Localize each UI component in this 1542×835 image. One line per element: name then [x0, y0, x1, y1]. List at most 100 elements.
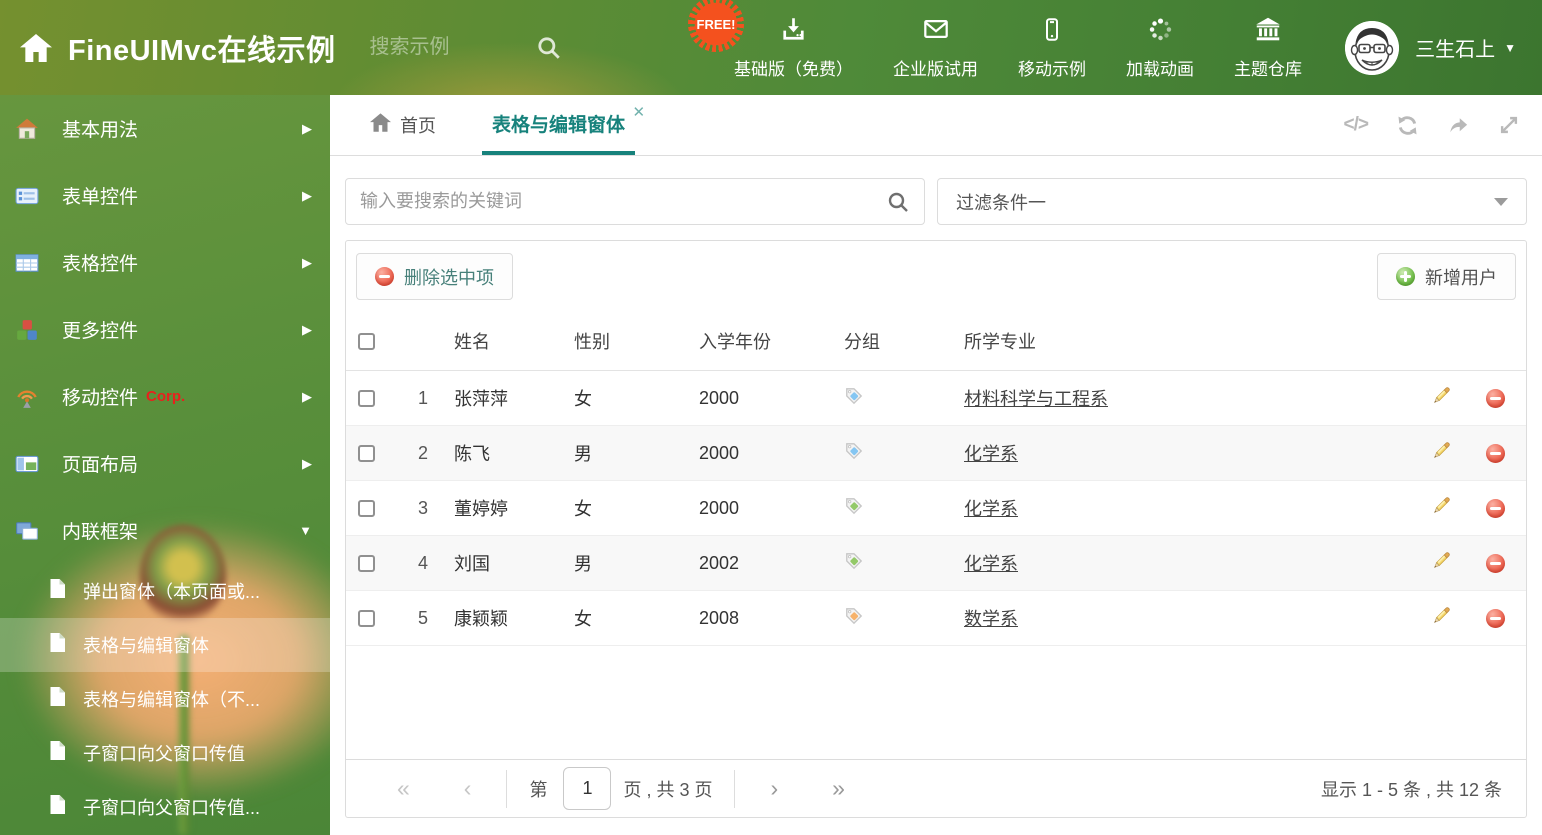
tag-icon	[844, 441, 864, 466]
delete-row-icon[interactable]	[1485, 388, 1505, 408]
sidebar-item-basic-usage[interactable]: 基本用法 ▶	[0, 95, 330, 162]
delete-row-icon[interactable]	[1485, 553, 1505, 573]
download-icon	[780, 16, 807, 48]
sidebar-item-inline-frames[interactable]: 内联框架 ▼	[0, 497, 330, 564]
cell-year: 2000	[699, 442, 740, 463]
sidebar-item-page-layout[interactable]: 页面布局 ▶	[0, 430, 330, 497]
cell-year: 2000	[699, 497, 740, 518]
filter-dropdown[interactable]: 过滤条件一	[937, 178, 1527, 225]
sidebar-item-label: 表格控件	[62, 254, 139, 275]
last-page-button[interactable]: »	[805, 775, 872, 802]
first-page-button[interactable]: «	[370, 775, 437, 802]
file-icon	[48, 686, 67, 712]
sidebar-subitem-label: 表格与编辑窗体（不...	[83, 690, 261, 710]
delete-row-icon[interactable]	[1485, 608, 1505, 628]
share-icon[interactable]	[1447, 114, 1470, 137]
page-number-input[interactable]	[563, 767, 612, 810]
row-checkbox[interactable]	[358, 499, 375, 517]
nav-item-label: 加载动画	[1126, 59, 1194, 79]
refresh-icon[interactable]	[1396, 114, 1419, 137]
search-icon[interactable]	[886, 190, 910, 214]
home-icon[interactable]	[20, 33, 52, 62]
corp-badge: Corp.	[146, 388, 186, 405]
prev-page-button[interactable]: ‹	[437, 775, 499, 802]
sidebar-subitem-grid-edit-window[interactable]: 表格与编辑窗体	[0, 618, 330, 672]
sidebar-item-label: 页面布局	[62, 455, 139, 476]
sidebar-subitem-label: 表格与编辑窗体	[83, 636, 209, 656]
file-icon	[48, 740, 67, 766]
major-link[interactable]: 数学系	[964, 609, 1018, 629]
col-gender: 性别	[574, 332, 610, 352]
keyword-search-box	[345, 178, 925, 225]
edit-pencil-icon[interactable]	[1431, 495, 1452, 521]
cell-name: 康颖颖	[454, 609, 508, 629]
select-all-checkbox[interactable]	[358, 332, 375, 350]
sidebar-subitem-label: 子窗口向父窗口传值	[83, 744, 245, 764]
arrow-right-icon: ▶	[302, 321, 312, 337]
edit-pencil-icon[interactable]	[1431, 440, 1452, 466]
sidebar-subitem-grid-edit-window-2[interactable]: 表格与编辑窗体（不...	[0, 672, 330, 726]
col-major: 所学专业	[964, 332, 1036, 352]
tab-home[interactable]: 首页	[360, 95, 446, 155]
house-icon	[14, 117, 40, 141]
row-checkbox[interactable]	[358, 554, 375, 572]
cell-name: 刘国	[454, 554, 490, 574]
content: 过滤条件一 删除选中项 新增用户	[330, 156, 1542, 818]
delete-row-icon[interactable]	[1485, 498, 1505, 518]
tag-icon	[844, 551, 864, 576]
divider	[506, 769, 508, 808]
nav-item-loading-animations[interactable]: 加载动画	[1126, 16, 1194, 80]
edit-pencil-icon[interactable]	[1431, 385, 1452, 411]
row-index: 3	[417, 497, 428, 518]
arrow-right-icon: ▶	[302, 455, 312, 471]
home-tab-icon	[370, 113, 391, 137]
major-link[interactable]: 化学系	[964, 554, 1018, 574]
close-icon[interactable]: ✕	[632, 103, 645, 121]
expand-icon[interactable]	[1498, 114, 1520, 136]
header-search-icon[interactable]	[536, 35, 562, 61]
nav-item-theme-store[interactable]: 主题仓库	[1234, 16, 1302, 80]
avatar[interactable]	[1345, 20, 1400, 75]
table-header: 姓名 性别 入学年份 分组 所学专业	[346, 312, 1526, 371]
source-code-icon[interactable]: </>	[1344, 114, 1370, 136]
sidebar-subitem-label: 子窗口向父窗口传值...	[83, 798, 261, 818]
sidebar-item-more-controls[interactable]: 更多控件 ▶	[0, 296, 330, 363]
arrow-right-icon: ▶	[302, 388, 312, 404]
nav-item-basic-edition[interactable]: 基础版（免费）	[734, 16, 853, 80]
pagination-bar: « ‹ 第 页 , 共 3 页 › » 显示 1 - 5 条 , 共 12 条	[346, 759, 1526, 817]
user-menu[interactable]: 三生石上 ▼	[1415, 33, 1516, 62]
major-link[interactable]: 材料科学与工程系	[964, 389, 1108, 409]
delete-row-icon[interactable]	[1485, 443, 1505, 463]
major-link[interactable]: 化学系	[964, 444, 1018, 464]
edit-pencil-icon[interactable]	[1431, 550, 1452, 576]
sidebar-item-form-controls[interactable]: 表单控件 ▶	[0, 162, 330, 229]
row-checkbox[interactable]	[358, 609, 375, 627]
header-search-input[interactable]	[369, 36, 520, 59]
nav-item-mobile-demo[interactable]: 移动示例	[1018, 16, 1086, 80]
row-checkbox[interactable]	[358, 389, 375, 407]
nav-item-label: 企业版试用	[893, 59, 978, 79]
tab-grid-edit-window[interactable]: 表格与编辑窗体 ✕	[482, 95, 645, 155]
nav-item-enterprise-trial[interactable]: 企业版试用	[893, 16, 978, 80]
sidebar-subitem-child-to-parent[interactable]: 子窗口向父窗口传值	[0, 726, 330, 780]
delete-selected-button[interactable]: 删除选中项	[356, 253, 513, 300]
table-row: 2 陈飞 男 2000 化学系	[346, 426, 1526, 481]
keyword-search-input[interactable]	[360, 191, 886, 212]
row-checkbox[interactable]	[358, 444, 375, 462]
sidebar-subitem-child-to-parent-2[interactable]: 子窗口向父窗口传值...	[0, 780, 330, 834]
sidebar-item-grid-controls[interactable]: 表格控件 ▶	[0, 229, 330, 296]
add-user-button[interactable]: 新增用户	[1377, 253, 1516, 300]
cell-year: 2002	[699, 552, 740, 573]
sidebar-subitem-popup-window[interactable]: 弹出窗体（本页面或...	[0, 564, 330, 618]
next-page-button[interactable]: ›	[743, 775, 805, 802]
filter-dropdown-value: 过滤条件一	[956, 192, 1046, 213]
tag-icon	[844, 386, 864, 411]
major-link[interactable]: 化学系	[964, 499, 1018, 519]
edit-pencil-icon[interactable]	[1431, 605, 1452, 631]
cell-gender: 女	[574, 389, 592, 409]
button-label: 删除选中项	[404, 267, 494, 288]
header-nav: 基础版（免费） 企业版试用 移动示例 加载动画 主题仓库	[734, 0, 1302, 95]
sidebar-item-mobile-controls[interactable]: 移动控件 Corp. ▶	[0, 363, 330, 430]
wireless-icon	[14, 385, 40, 409]
main: 首页 表格与编辑窗体 ✕ </> 输入要搜索的关键词 过滤条件一 删除选中项 新…	[330, 95, 1542, 835]
